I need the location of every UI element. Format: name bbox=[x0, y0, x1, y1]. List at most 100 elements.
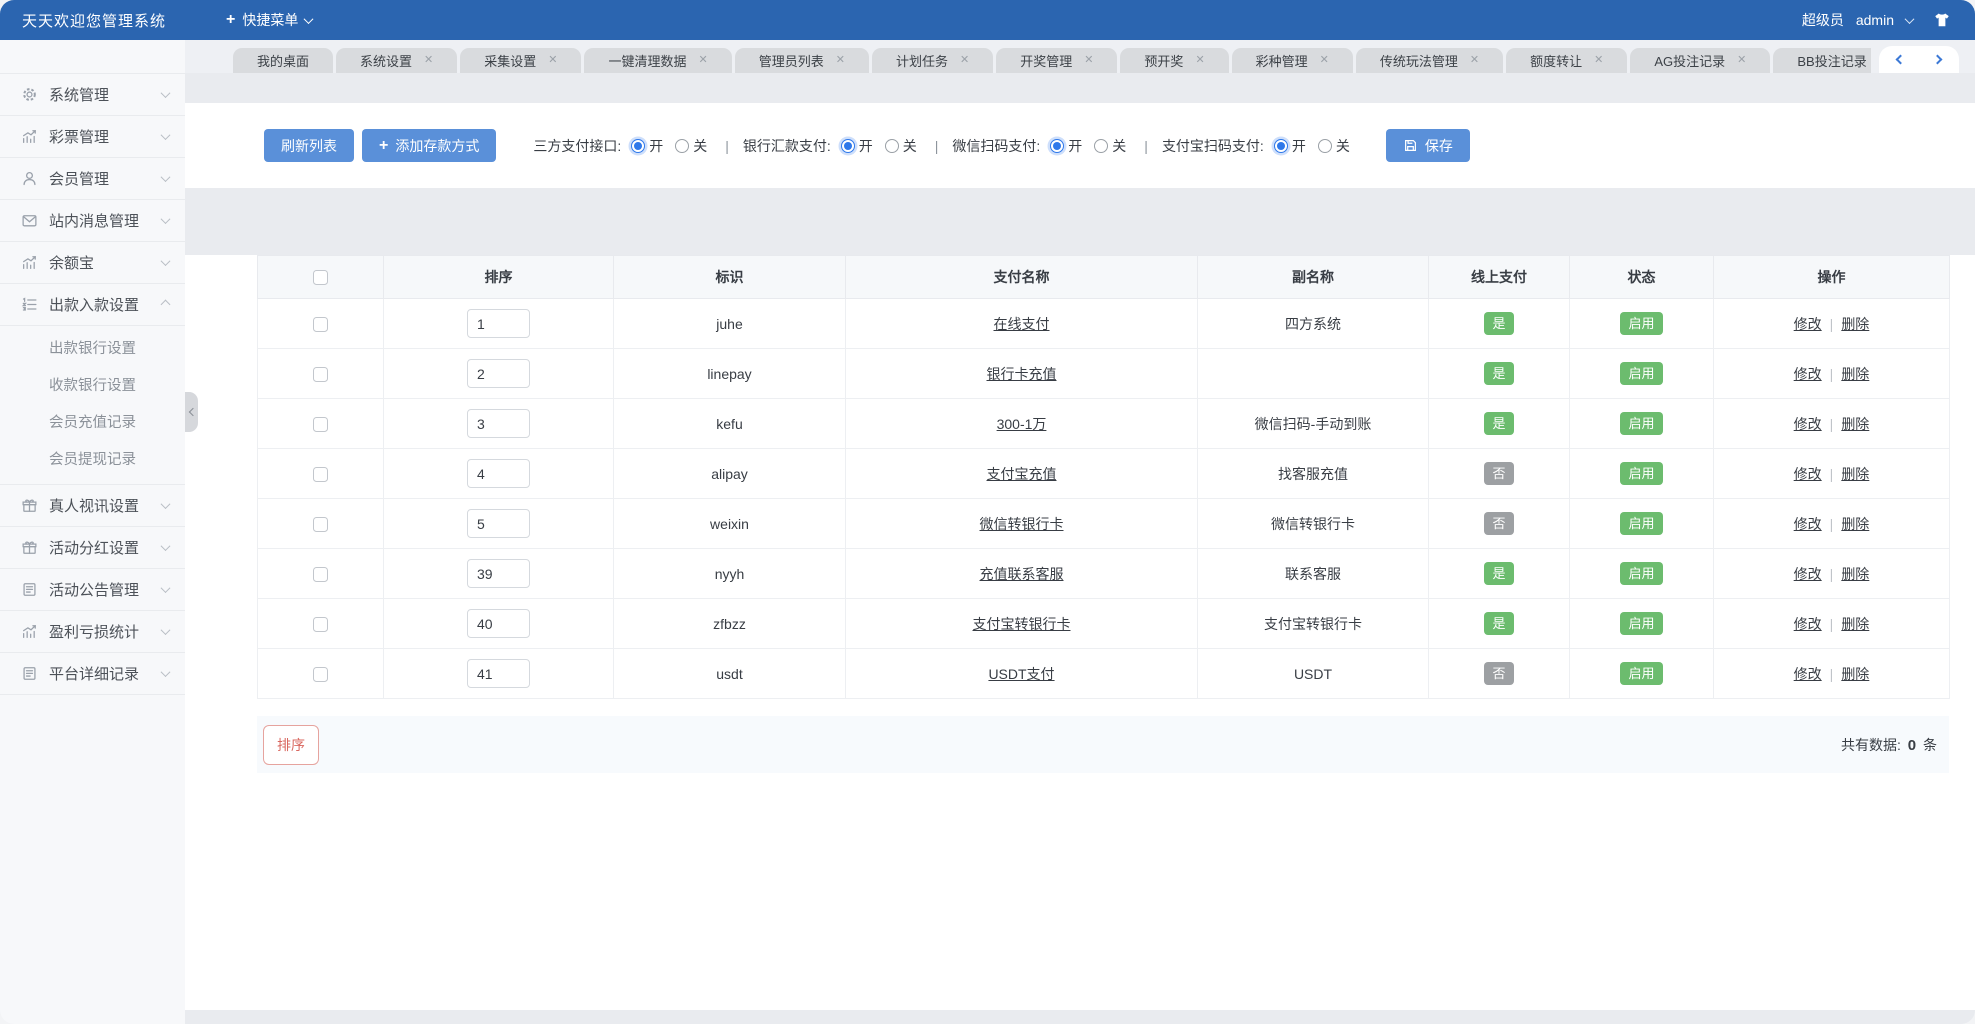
edit-link[interactable]: 修改 bbox=[1794, 366, 1822, 382]
tab-系统设置[interactable]: 系统设置✕ bbox=[336, 48, 457, 73]
tab-close-icon[interactable]: ✕ bbox=[548, 55, 557, 66]
row-checkbox[interactable] bbox=[313, 667, 328, 682]
tab-close-icon[interactable]: ✕ bbox=[1594, 55, 1603, 66]
delete-link[interactable]: 删除 bbox=[1841, 466, 1869, 482]
tab-close-icon[interactable]: ✕ bbox=[424, 55, 433, 66]
sidebar-item-出款入款设置[interactable]: 出款入款设置 bbox=[0, 284, 185, 326]
tabs-scroll-left-button[interactable] bbox=[1879, 46, 1919, 73]
tab-close-icon[interactable]: ✕ bbox=[1320, 55, 1329, 66]
refresh-list-button[interactable]: 刷新列表 bbox=[264, 129, 354, 162]
tab-close-icon[interactable]: ✕ bbox=[699, 55, 708, 66]
edit-link[interactable]: 修改 bbox=[1794, 566, 1822, 582]
payment-name-link[interactable]: 300-1万 bbox=[997, 416, 1047, 432]
sidebar-item-系统管理[interactable]: 系统管理 bbox=[0, 74, 185, 116]
delete-link[interactable]: 删除 bbox=[1841, 416, 1869, 432]
tab-传统玩法管理[interactable]: 传统玩法管理✕ bbox=[1356, 48, 1503, 73]
sidebar-item-彩票管理[interactable]: 彩票管理 bbox=[0, 116, 185, 158]
delete-link[interactable]: 删除 bbox=[1841, 666, 1869, 682]
radio-on-三方支付接口:[interactable]: 开 bbox=[631, 136, 663, 156]
save-button[interactable]: 保存 bbox=[1386, 129, 1470, 162]
sort-input[interactable] bbox=[467, 509, 530, 538]
delete-link[interactable]: 删除 bbox=[1841, 566, 1869, 582]
sidebar-subitem-出款银行设置[interactable]: 出款银行设置 bbox=[0, 331, 185, 368]
tab-采集设置[interactable]: 采集设置✕ bbox=[460, 48, 581, 73]
sidebar-item-盈利亏损统计[interactable]: 盈利亏损统计 bbox=[0, 611, 185, 653]
sidebar-item-余额宝[interactable]: 余额宝 bbox=[0, 242, 185, 284]
row-checkbox[interactable] bbox=[313, 467, 328, 482]
radio-on-支付宝扫码支付:[interactable]: 开 bbox=[1274, 136, 1306, 156]
row-checkbox[interactable] bbox=[313, 417, 328, 432]
row-checkbox[interactable] bbox=[313, 567, 328, 582]
sidebar-item-站内消息管理[interactable]: 站内消息管理 bbox=[0, 200, 185, 242]
payment-name-link[interactable]: 支付宝充值 bbox=[987, 466, 1057, 482]
payment-name-link[interactable]: 微信转银行卡 bbox=[980, 516, 1064, 532]
row-checkbox[interactable] bbox=[313, 517, 328, 532]
payment-name-link[interactable]: 充值联系客服 bbox=[980, 566, 1064, 582]
sidebar-subitem-会员提现记录[interactable]: 会员提现记录 bbox=[0, 442, 185, 479]
tab-彩种管理[interactable]: 彩种管理✕ bbox=[1232, 48, 1353, 73]
tab-close-icon[interactable]: ✕ bbox=[1737, 55, 1746, 66]
delete-link[interactable]: 删除 bbox=[1841, 366, 1869, 382]
radio-off-三方支付接口:[interactable]: 关 bbox=[675, 136, 707, 156]
delete-link[interactable]: 删除 bbox=[1841, 316, 1869, 332]
tab-计划任务[interactable]: 计划任务✕ bbox=[872, 48, 993, 73]
delete-link[interactable]: 删除 bbox=[1841, 516, 1869, 532]
sort-input[interactable] bbox=[467, 359, 530, 388]
quick-menu-button[interactable]: + 快捷菜单 bbox=[226, 10, 312, 30]
theme-tshirt-icon[interactable] bbox=[1933, 11, 1951, 29]
sidebar-collapse-handle[interactable] bbox=[185, 392, 198, 432]
radio-off-支付宝扫码支付:[interactable]: 关 bbox=[1318, 136, 1350, 156]
edit-link[interactable]: 修改 bbox=[1794, 616, 1822, 632]
tab-close-icon[interactable]: ✕ bbox=[1470, 55, 1479, 66]
payment-name-link[interactable]: 银行卡充值 bbox=[987, 366, 1057, 382]
tab-管理员列表[interactable]: 管理员列表✕ bbox=[735, 48, 869, 73]
sort-input[interactable] bbox=[467, 409, 530, 438]
row-checkbox[interactable] bbox=[313, 317, 328, 332]
sidebar-subitem-会员充值记录[interactable]: 会员充值记录 bbox=[0, 405, 185, 442]
tab-额度转让[interactable]: 额度转让✕ bbox=[1506, 48, 1627, 73]
tab-close-icon[interactable]: ✕ bbox=[960, 55, 969, 66]
sort-input[interactable] bbox=[467, 559, 530, 588]
edit-link[interactable]: 修改 bbox=[1794, 516, 1822, 532]
tab-close-icon[interactable]: ✕ bbox=[1195, 55, 1204, 66]
radio-on-银行汇款支付:[interactable]: 开 bbox=[841, 136, 873, 156]
row-checkbox[interactable] bbox=[313, 367, 328, 382]
row-checkbox[interactable] bbox=[313, 617, 328, 632]
tab-close-icon[interactable]: ✕ bbox=[1084, 55, 1093, 66]
select-all-checkbox[interactable] bbox=[313, 270, 328, 285]
tab-close-icon[interactable]: ✕ bbox=[836, 55, 845, 66]
tab-一键清理数据[interactable]: 一键清理数据✕ bbox=[584, 48, 731, 73]
username-dropdown[interactable]: admin bbox=[1856, 12, 1894, 28]
payment-name-link[interactable]: 在线支付 bbox=[994, 316, 1050, 332]
sidebar-subitem-收款银行设置[interactable]: 收款银行设置 bbox=[0, 368, 185, 405]
tab-AG投注记录[interactable]: AG投注记录✕ bbox=[1630, 48, 1770, 73]
radio-off-微信扫码支付:[interactable]: 关 bbox=[1094, 136, 1126, 156]
sidebar-item-平台详细记录[interactable]: 平台详细记录 bbox=[0, 653, 185, 695]
tab-开奖管理[interactable]: 开奖管理✕ bbox=[996, 48, 1117, 73]
online-cell: 是 bbox=[1429, 299, 1570, 349]
payment-name-link[interactable]: USDT支付 bbox=[988, 666, 1054, 682]
payment-name-link[interactable]: 支付宝转银行卡 bbox=[973, 616, 1071, 632]
edit-link[interactable]: 修改 bbox=[1794, 466, 1822, 482]
sidebar-item-活动分红设置[interactable]: 活动分红设置 bbox=[0, 527, 185, 569]
tab-我的桌面[interactable]: 我的桌面 bbox=[233, 48, 333, 73]
radio-on-微信扫码支付:[interactable]: 开 bbox=[1050, 136, 1082, 156]
sort-input[interactable] bbox=[467, 309, 530, 338]
radio-off-银行汇款支付:[interactable]: 关 bbox=[885, 136, 917, 156]
actions-cell: 修改|删除 bbox=[1714, 299, 1950, 349]
delete-link[interactable]: 删除 bbox=[1841, 616, 1869, 632]
edit-link[interactable]: 修改 bbox=[1794, 666, 1822, 682]
tab-BB投注记录[interactable]: BB投注记录✕ bbox=[1773, 48, 1871, 73]
edit-link[interactable]: 修改 bbox=[1794, 416, 1822, 432]
sort-button[interactable]: 排序 bbox=[263, 725, 319, 765]
sidebar-item-真人视讯设置[interactable]: 真人视讯设置 bbox=[0, 485, 185, 527]
tab-预开奖[interactable]: 预开奖✕ bbox=[1120, 48, 1228, 73]
add-deposit-method-button[interactable]: + 添加存款方式 bbox=[362, 129, 496, 162]
sort-input[interactable] bbox=[467, 659, 530, 688]
tabs-scroll-right-button[interactable] bbox=[1919, 46, 1959, 73]
edit-link[interactable]: 修改 bbox=[1794, 316, 1822, 332]
sidebar-item-活动公告管理[interactable]: 活动公告管理 bbox=[0, 569, 185, 611]
sidebar-item-会员管理[interactable]: 会员管理 bbox=[0, 158, 185, 200]
sort-input[interactable] bbox=[467, 609, 530, 638]
sort-input[interactable] bbox=[467, 459, 530, 488]
